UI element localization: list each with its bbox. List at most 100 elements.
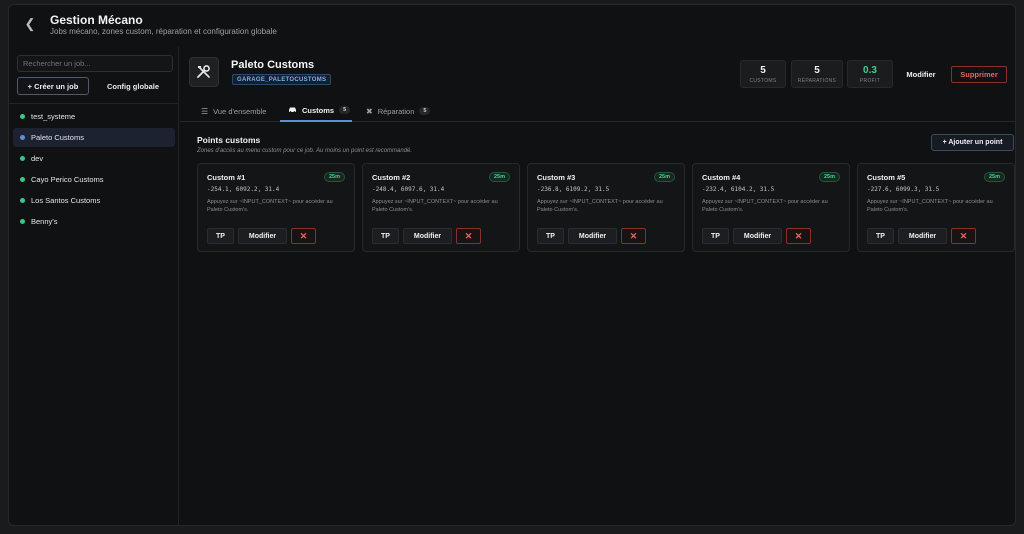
help-text: Appuyez sur ~INPUT_CONTEXT~ pour accéder… <box>867 199 993 213</box>
sidebar-item-test-systeme[interactable]: test_systeme <box>13 107 175 126</box>
page-title: Gestion Mécano <box>50 13 143 27</box>
job-label: Benny's <box>31 217 58 226</box>
card-title: Custom #3 <box>537 173 576 182</box>
custom-point-card: Custom #4 25m -232.4, 6104.2, 31.5 Appuy… <box>692 163 850 252</box>
job-label: test_systeme <box>31 112 76 121</box>
chevron-left-icon: ❮ <box>24 16 36 31</box>
coordinates: -232.4, 6104.2, 31.5 <box>702 186 775 193</box>
stat-customs: 5 CUSTOMS <box>740 60 786 88</box>
wrench-screwdriver-icon <box>189 57 219 87</box>
custom-points-grid: Custom #1 25m -254.1, 6092.2, 31.4 Appuy… <box>197 163 1015 253</box>
card-title: Custom #2 <box>372 173 411 182</box>
teleport-button[interactable]: TP <box>702 228 729 244</box>
tab-label: Customs <box>302 105 335 115</box>
sidebar-item-paleto-customs[interactable]: Paleto Customs <box>13 128 175 147</box>
tab-bar: ☰ Vue d'ensemble Customs 5 ✖ Réparation … <box>180 100 1015 122</box>
delete-point-button[interactable]: ✕ <box>456 228 481 244</box>
card-actions: TP Modifier ✕ <box>702 228 811 244</box>
delete-job-button[interactable]: Supprimer <box>951 66 1007 83</box>
stat-label: CUSTOMS <box>749 78 777 84</box>
help-text: Appuyez sur ~INPUT_CONTEXT~ pour accéder… <box>207 199 333 213</box>
job-label: Cayo Perico Customs <box>31 175 104 184</box>
edit-job-button[interactable]: Modifier <box>900 67 942 83</box>
delete-point-button[interactable]: ✕ <box>291 228 316 244</box>
close-icon: ✕ <box>299 230 308 241</box>
panel-header: ❮ Gestion Mécano Jobs mécano, zones cust… <box>9 5 1015 47</box>
coordinates: -236.8, 6109.2, 31.5 <box>537 186 610 193</box>
delete-point-button[interactable]: ✕ <box>621 228 646 244</box>
global-config-button[interactable]: Config globale <box>93 77 173 95</box>
stat-value: 0.3 <box>863 65 877 76</box>
card-actions: TP Modifier ✕ <box>867 228 976 244</box>
tab-overview[interactable]: ☰ Vue d'ensemble <box>201 100 277 122</box>
status-dot <box>20 156 25 161</box>
close-icon: ✕ <box>629 230 638 241</box>
tab-repair[interactable]: ✖ Réparation 5 <box>366 100 446 122</box>
stat-label: PROFIT <box>859 78 881 84</box>
teleport-button[interactable]: TP <box>207 228 234 244</box>
teleport-button[interactable]: TP <box>372 228 399 244</box>
edit-point-button[interactable]: Modifier <box>403 228 452 244</box>
sidebar-item-dev[interactable]: dev <box>13 149 175 168</box>
coordinates: -254.1, 6092.2, 31.4 <box>207 186 280 193</box>
sidebar-item-los-santos-customs[interactable]: Los Santos Customs <box>13 191 175 210</box>
sidebar-divider <box>9 103 179 104</box>
job-label: Paleto Customs <box>31 133 84 142</box>
edit-point-button[interactable]: Modifier <box>733 228 782 244</box>
card-actions: TP Modifier ✕ <box>207 228 316 244</box>
help-text: Appuyez sur ~INPUT_CONTEXT~ pour accéder… <box>372 199 498 213</box>
edit-point-button[interactable]: Modifier <box>898 228 947 244</box>
edit-point-button[interactable]: Modifier <box>238 228 287 244</box>
distance-badge: 25m <box>653 172 675 182</box>
sidebar-actions: + Créer un job Config globale <box>17 77 173 95</box>
distance-badge: 25m <box>488 172 510 182</box>
edit-point-button[interactable]: Modifier <box>568 228 617 244</box>
job-search-input[interactable] <box>17 55 173 72</box>
delete-point-button[interactable]: ✕ <box>951 228 976 244</box>
close-icon: ✕ <box>959 230 968 241</box>
custom-point-card: Custom #2 25m -248.4, 6097.6, 31.4 Appuy… <box>362 163 520 252</box>
tools-icon: ✖ <box>366 106 373 116</box>
status-dot <box>20 177 25 182</box>
card-actions: TP Modifier ✕ <box>537 228 646 244</box>
status-dot <box>20 114 25 119</box>
distance-badge: 25m <box>323 172 345 182</box>
stat-label: RÉPARATIONS <box>797 78 837 84</box>
global-config-label: Config globale <box>106 81 160 91</box>
job-detail: Paleto Customs GARAGE_PALETOCUSTOMS 5 CU… <box>180 47 1015 525</box>
tab-count-badge: 5 <box>419 107 431 115</box>
section-title: Points customs <box>197 135 261 145</box>
coordinates: -248.4, 6097.6, 31.4 <box>372 186 445 193</box>
card-title: Custom #1 <box>207 173 246 182</box>
create-job-label: + Créer un job <box>27 81 79 91</box>
coordinates: -227.6, 6099.3, 31.5 <box>867 186 940 193</box>
back-button[interactable]: ❮ <box>23 16 37 32</box>
status-dot <box>20 219 25 224</box>
job-label: Los Santos Customs <box>31 196 101 205</box>
stat-value: 5 <box>760 65 766 76</box>
add-point-button[interactable]: + Ajouter un point <box>931 134 1014 151</box>
stat-repairs: 5 RÉPARATIONS <box>791 60 843 88</box>
status-dot <box>20 135 25 140</box>
close-icon: ✕ <box>794 230 803 241</box>
sidebar-item-bennys[interactable]: Benny's <box>13 212 175 231</box>
card-title: Custom #4 <box>702 173 741 182</box>
job-list: test_systeme Paleto Customs dev Cayo Per… <box>13 107 175 233</box>
delete-point-button[interactable]: ✕ <box>786 228 811 244</box>
card-title: Custom #5 <box>867 173 906 182</box>
sidebar-item-cayo-perico-customs[interactable]: Cayo Perico Customs <box>13 170 175 189</box>
close-icon: ✕ <box>464 230 473 241</box>
custom-point-card: Custom #3 25m -236.8, 6109.2, 31.5 Appuy… <box>527 163 685 252</box>
sliders-icon: ☰ <box>201 106 209 116</box>
car-icon <box>288 106 297 115</box>
sidebar: + Créer un job Config globale test_syste… <box>9 47 179 525</box>
teleport-button[interactable]: TP <box>537 228 564 244</box>
tab-label: Vue d'ensemble <box>213 106 267 116</box>
help-text: Appuyez sur ~INPUT_CONTEXT~ pour accéder… <box>537 199 663 213</box>
create-job-button[interactable]: + Créer un job <box>17 77 89 95</box>
teleport-button[interactable]: TP <box>867 228 894 244</box>
distance-badge: 25m <box>818 172 840 182</box>
custom-point-card: Custom #1 25m -254.1, 6092.2, 31.4 Appuy… <box>197 163 355 252</box>
job-label: dev <box>31 154 44 163</box>
tab-customs[interactable]: Customs 5 <box>280 100 352 122</box>
